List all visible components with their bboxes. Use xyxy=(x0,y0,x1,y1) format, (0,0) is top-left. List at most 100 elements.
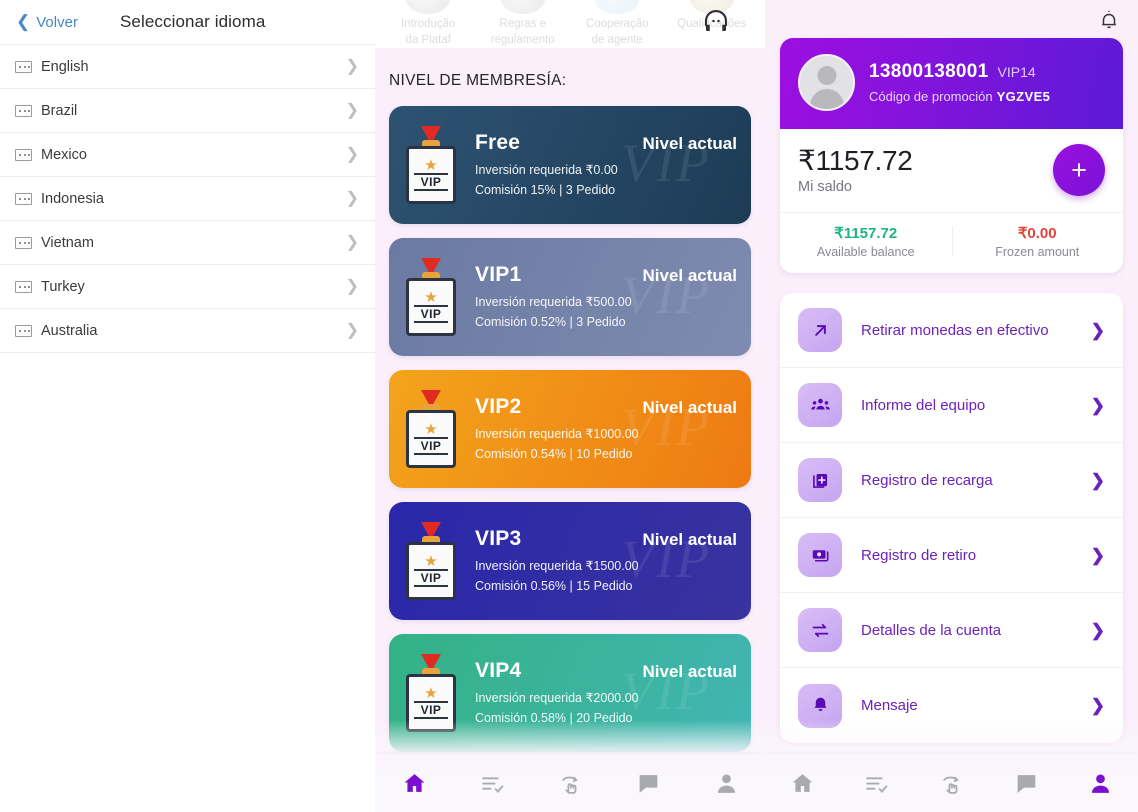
avatar[interactable] xyxy=(798,54,855,111)
menu-item-message[interactable]: Mensaje ❯ xyxy=(780,668,1123,743)
coin-icon xyxy=(595,0,640,14)
chevron-right-icon: ❯ xyxy=(1090,470,1105,490)
membership-levels-panel: Introdução da Plataf Regras e regulament… xyxy=(375,0,765,812)
tab-orders[interactable] xyxy=(453,754,531,812)
menu-label: Mensaje xyxy=(861,697,918,714)
language-selector-panel: ❮ Volver Seleccionar idioma English ❯ Br… xyxy=(0,0,375,812)
back-label: Volver xyxy=(36,13,78,31)
language-item-indonesia[interactable]: Indonesia ❯ xyxy=(0,177,375,221)
tab-home[interactable] xyxy=(765,754,840,812)
tab-orders[interactable] xyxy=(840,754,915,812)
tab-home[interactable] xyxy=(375,754,453,812)
language-item-turkey[interactable]: Turkey ❯ xyxy=(0,265,375,309)
chevron-right-icon: ❯ xyxy=(345,101,359,119)
tab-profile[interactable] xyxy=(1063,754,1138,812)
wallet-header: 13800138001 VIP14 Código de promoción YGZ… xyxy=(780,38,1123,129)
flag-icon xyxy=(15,60,32,73)
chevron-right-icon: ❯ xyxy=(1090,620,1105,640)
language-item-australia[interactable]: Australia ❯ xyxy=(0,309,375,353)
shortcut-platform-intro[interactable]: Introdução da Plataf xyxy=(381,0,476,48)
vip-commission: Comisión 15% | 3 Pedido xyxy=(475,182,616,197)
vip-level-card-vip2[interactable]: VIP ★ VIP VIP2 Nivel actual Inversión req… xyxy=(389,370,751,488)
language-label: English xyxy=(41,58,89,75)
shortcut-rules[interactable]: Regras e regulamento xyxy=(476,0,571,48)
chevron-right-icon: ❯ xyxy=(345,189,359,207)
stat-label: Frozen amount xyxy=(995,245,1080,259)
promo-code-label: Código de promoción xyxy=(869,89,993,104)
shortcut-agent-cooperation[interactable]: Cooperação de agente xyxy=(570,0,665,48)
language-item-vietnam[interactable]: Vietnam ❯ xyxy=(0,221,375,265)
back-button[interactable]: ❮ Volver xyxy=(16,13,78,31)
language-label: Turkey xyxy=(41,278,85,295)
menu-item-withdraw-record[interactable]: Registro de retiro ❯ xyxy=(780,518,1123,593)
exchange-icon xyxy=(798,608,842,652)
chevron-right-icon: ❯ xyxy=(345,321,359,339)
menu-item-recharge-record[interactable]: Registro de recarga ❯ xyxy=(780,443,1123,518)
vip-level-name: Free xyxy=(475,130,521,154)
page-title: Seleccionar idioma xyxy=(119,12,266,31)
chevron-right-icon: ❯ xyxy=(345,233,359,251)
arrow-up-right-icon xyxy=(798,308,842,352)
customer-support-icon[interactable] xyxy=(701,6,731,36)
profile-menu-card: Retirar monedas en efectivo ❯ Informe de… xyxy=(780,293,1123,743)
language-item-mexico[interactable]: Mexico ❯ xyxy=(0,133,375,177)
wallet-card: 13800138001 VIP14 Código de promoción YGZ… xyxy=(780,38,1123,273)
vip-badge-icon: ★ VIP xyxy=(403,522,459,600)
recharge-icon xyxy=(798,458,842,502)
vip-commission: Comisión 0.52% | 3 Pedido xyxy=(475,314,626,329)
top-shortcuts-strip: Introdução da Plataf Regras e regulament… xyxy=(375,0,765,48)
menu-item-account-details[interactable]: Detalles de la cuenta ❯ xyxy=(780,593,1123,668)
vip-level-card-vip3[interactable]: VIP ★ VIP VIP3 Nivel actual Inversión req… xyxy=(389,502,751,620)
language-label: Mexico xyxy=(41,146,87,163)
vip-level-card-free[interactable]: VIP ★ VIP Free Nivel actual Inversión req… xyxy=(389,106,751,224)
section-title: NIVEL DE MEMBRESÍA: xyxy=(389,72,567,89)
language-label: Indonesia xyxy=(41,190,104,207)
vip-badge-icon: ★ VIP xyxy=(403,654,459,732)
vip-level-name: VIP2 xyxy=(475,394,522,418)
vip-level-card-vip1[interactable]: VIP ★ VIP VIP1 Nivel actual Inversión req… xyxy=(389,238,751,356)
menu-item-team-report[interactable]: Informe del equipo ❯ xyxy=(780,368,1123,443)
team-icon xyxy=(798,383,842,427)
tab-grab-orders[interactable] xyxy=(531,754,609,812)
add-funds-button[interactable]: + xyxy=(1053,144,1105,196)
tab-profile[interactable] xyxy=(687,754,765,812)
vip-badge-icon: ★ VIP xyxy=(403,390,459,468)
bottom-tabbar-middle xyxy=(375,754,765,812)
balance-label: Mi saldo xyxy=(798,179,852,195)
language-item-english[interactable]: English ❯ xyxy=(0,45,375,89)
shortcut-label-line1: Cooperação xyxy=(585,18,649,30)
flag-icon xyxy=(15,192,32,205)
chevron-right-icon: ❯ xyxy=(1090,696,1105,715)
shortcut-label-line2: regulamento xyxy=(490,34,555,46)
flag-icon xyxy=(15,104,32,117)
vip-level-name: VIP1 xyxy=(475,262,522,286)
vip-level-card-vip4[interactable]: VIP ★ VIP VIP4 Nivel actual Inversión req… xyxy=(389,634,751,752)
vip-level-status: Nivel actual xyxy=(642,661,738,681)
balance-section: ₹1157.72 Mi saldo + xyxy=(780,129,1123,212)
chevron-right-icon: ❯ xyxy=(1090,395,1105,415)
balance-amount: ₹1157.72 xyxy=(798,145,913,176)
withdraw-record-icon xyxy=(798,533,842,577)
tab-chat[interactable] xyxy=(989,754,1064,812)
promo-code-value[interactable]: YGZVE5 xyxy=(997,89,1051,104)
coin-icon xyxy=(406,0,451,14)
tab-grab-orders[interactable] xyxy=(914,754,989,812)
language-label: Australia xyxy=(41,322,98,339)
tab-chat[interactable] xyxy=(609,754,687,812)
stat-label: Available balance xyxy=(816,245,915,259)
vip-commission: Comisión 0.58% | 20 Pedido xyxy=(475,710,633,725)
profile-panel: 13800138001 VIP14 Código de promoción YGZ… xyxy=(765,0,1138,812)
shortcut-label-line1: Regras e xyxy=(499,18,547,30)
balance-stats: ₹1157.72 Available balance ₹0.00 Frozen … xyxy=(780,212,1123,273)
notification-bell-icon[interactable] xyxy=(1098,9,1120,31)
vip-level-name: VIP3 xyxy=(475,526,522,550)
coin-icon xyxy=(500,0,545,14)
menu-item-withdraw-cash[interactable]: Retirar monedas en efectivo ❯ xyxy=(780,293,1123,368)
flag-icon xyxy=(15,148,32,161)
stat-frozen-amount: ₹0.00 Frozen amount xyxy=(951,223,1124,259)
vip-level-status: Nivel actual xyxy=(642,397,738,417)
vip-level-status: Nivel actual xyxy=(642,265,738,285)
flag-icon xyxy=(15,280,32,293)
language-item-brazil[interactable]: Brazil ❯ xyxy=(0,89,375,133)
vip-level-status: Nivel actual xyxy=(642,529,738,549)
